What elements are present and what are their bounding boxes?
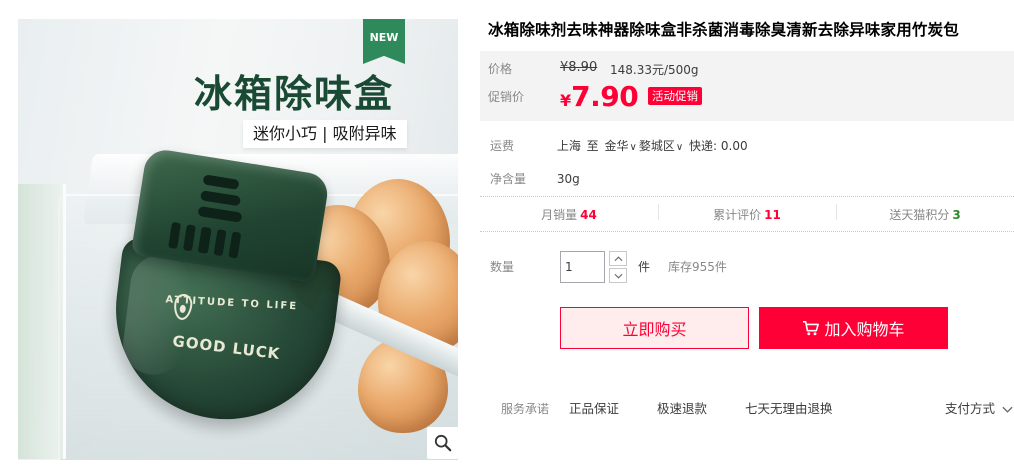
new-badge: NEW xyxy=(363,19,405,64)
currency-symbol: ¥ xyxy=(560,91,572,110)
shipping-to: 至 xyxy=(586,139,599,153)
stat-value: 3 xyxy=(952,207,961,222)
stat-value: 44 xyxy=(580,207,597,222)
chevron-up-icon xyxy=(614,255,622,261)
quantity-unit: 件 xyxy=(638,260,651,274)
cart-icon xyxy=(803,320,820,336)
dest-city-select[interactable]: 金华∨ xyxy=(605,139,639,153)
vent-grille xyxy=(168,221,242,259)
service-item[interactable]: 极速退款 xyxy=(657,401,707,416)
quantity-row: 数量 件 库存955件 xyxy=(490,250,1010,284)
service-label: 服务承诺 xyxy=(501,402,550,416)
quantity-increase-button[interactable] xyxy=(609,251,627,266)
chevron-down-icon xyxy=(614,273,622,279)
stats-bar: 月销量 44 累计评价 11 送天猫积分 3 xyxy=(480,196,1014,232)
stat-label: 累计评价 xyxy=(713,207,762,222)
product-title: 冰箱除味剂去味神器除味盒非杀菌消毒除臭清新去除异味家用竹炭包 xyxy=(488,21,960,39)
service-promises: 服务承诺 正品保证 极速退款 七天无理由退换 xyxy=(501,398,867,417)
stat-monthly-sales: 月销量 44 xyxy=(480,206,658,223)
price-block: 价格 ¥8.90 148.33元/500g 促销价 ¥7.90 活动促销 xyxy=(480,51,1014,121)
stat-reviews[interactable]: 累计评价 11 xyxy=(658,203,836,223)
unit-price: 148.33元/500g xyxy=(610,63,699,77)
dest-district-label: 婺城区 xyxy=(638,139,675,153)
service-item[interactable]: 正品保证 xyxy=(569,401,619,416)
stat-label: 月销量 xyxy=(541,207,578,222)
stat-label: 送天猫积分 xyxy=(889,207,950,222)
stat-value: 11 xyxy=(764,207,781,222)
fridge-bin-side xyxy=(18,184,66,459)
quantity-label: 数量 xyxy=(490,260,515,274)
promo-price: ¥7.90 xyxy=(560,80,639,113)
shipping-row: 运费 上海 至 金华∨ 婺城区∨ 快递: 0.00 xyxy=(490,137,748,154)
net-weight-row: 净含量 30g xyxy=(490,170,580,187)
dest-city-label: 金华 xyxy=(604,139,629,153)
original-price: ¥8.90 xyxy=(560,60,598,75)
price-label: 价格 xyxy=(488,62,513,76)
payment-label: 支付方式 xyxy=(945,401,996,416)
image-headline: 冰箱除味盒 xyxy=(194,72,395,116)
zoom-button[interactable] xyxy=(427,427,458,459)
image-subline: 迷你小巧 | 吸附异味 xyxy=(243,120,407,148)
express-fee: 快递: 0.00 xyxy=(689,139,748,153)
payment-methods-dropdown[interactable]: 支付方式 xyxy=(945,398,1013,417)
search-icon xyxy=(434,434,452,452)
dest-district-select[interactable]: 婺城区∨ xyxy=(639,139,685,153)
stock-count: 库存955件 xyxy=(668,260,727,274)
deodorizer-print-arc: ATTITUDE TO LIFE xyxy=(165,294,299,313)
shipping-label: 运费 xyxy=(490,139,515,153)
quantity-input[interactable] xyxy=(560,251,605,283)
net-weight-label: 净含量 xyxy=(490,172,527,186)
add-to-cart-button[interactable]: 加入购物车 xyxy=(759,307,948,349)
chevron-down-icon xyxy=(1002,406,1013,413)
promo-price-value: 7.90 xyxy=(571,80,639,113)
promo-tag[interactable]: 活动促销 xyxy=(648,87,702,105)
buy-now-button[interactable]: 立即购买 xyxy=(560,307,749,349)
promo-price-label: 促销价 xyxy=(488,90,525,104)
add-to-cart-label: 加入购物车 xyxy=(824,320,905,339)
vent-slot xyxy=(199,190,242,207)
service-item[interactable]: 七天无理由退换 xyxy=(745,401,833,416)
quantity-decrease-button[interactable] xyxy=(609,268,627,283)
stat-tmall-points: 送天猫积分 3 xyxy=(836,203,1014,223)
shipping-origin: 上海 xyxy=(556,139,581,153)
chevron-down-icon: ∨ xyxy=(675,142,684,153)
product-main-image[interactable]: ATTITUDE TO LIFE GOOD LUCK NEW 冰箱除味盒 迷你小… xyxy=(18,19,458,460)
chevron-down-icon: ∨ xyxy=(629,142,637,153)
net-weight-value: 30g xyxy=(556,172,580,186)
vent-slot xyxy=(202,174,240,190)
vent-slot xyxy=(197,205,243,223)
